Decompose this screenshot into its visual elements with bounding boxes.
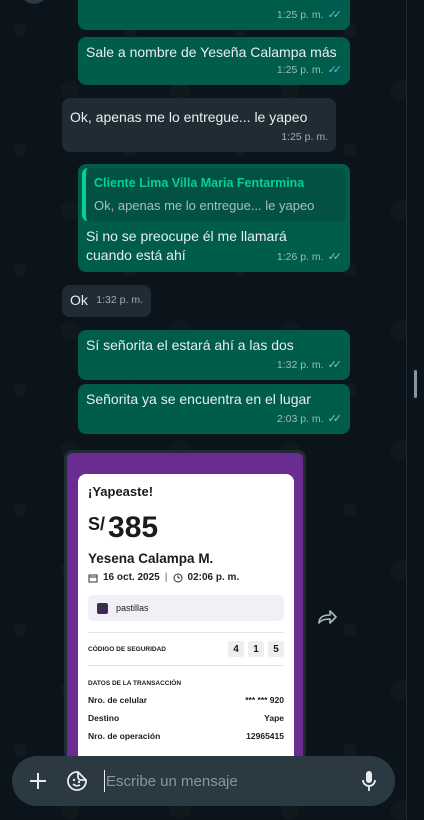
forward-icon[interactable] xyxy=(316,608,338,628)
message-meta: 2:03 p. m. ✓✓ xyxy=(277,410,342,429)
message-incoming[interactable]: Ok, apenas me lo entregue... le yapeo 1:… xyxy=(62,98,336,152)
attach-button[interactable] xyxy=(25,768,51,794)
message-meta: 1:25 p. m. xyxy=(281,128,328,147)
row-value: 12965415 xyxy=(246,731,284,741)
receipt-currency: S/ xyxy=(88,514,106,534)
yape-receipt: ¡Yapeaste! S/ 385 Yesena Calampa M. 16 o… xyxy=(78,474,294,760)
message-text: Ok, apenas me lo entregue... le yapeo xyxy=(70,109,308,125)
double-check-icon: ✓✓ xyxy=(327,64,343,76)
row-label: Nro. de operación xyxy=(88,731,161,741)
message-text: Señorita ya se encuentra en el lugar xyxy=(86,391,311,407)
sticker-button[interactable] xyxy=(64,768,90,794)
receipt-title: ¡Yapeaste! xyxy=(88,484,154,499)
receipt-amount-value: 385 xyxy=(108,511,159,544)
security-code-digits: 4 1 5 xyxy=(228,641,284,657)
divider xyxy=(88,665,284,666)
double-check-icon: ✓✓ xyxy=(327,359,343,371)
message-meta: 1:25 p. m. ✓✓ xyxy=(277,61,342,80)
message-outgoing[interactable]: Cliente Lima Villa Maria Fentarmina Ok, … xyxy=(78,164,350,272)
message-meta: 1:32 p. m. ✓✓ xyxy=(277,356,342,375)
clock-icon xyxy=(173,573,183,582)
row-value: Yape xyxy=(264,713,284,723)
message-time: 1:26 p. m. xyxy=(276,251,324,263)
phone-number-link[interactable]: 952413920 xyxy=(196,0,266,1)
message-text: Ok xyxy=(70,292,88,308)
message-time: 1:25 p. m. xyxy=(276,64,324,76)
image-message[interactable]: ¡Yapeaste! S/ 385 Yesena Calampa M. 16 o… xyxy=(64,450,306,760)
message-meta: 1:32 p. m. xyxy=(96,291,143,310)
message-time: 1:32 p. m. xyxy=(96,294,143,306)
message-outgoing[interactable]: Sí señorita el estará ahí a las dos 1:32… xyxy=(78,330,350,380)
transaction-row: Nro. de celular *** *** 920 xyxy=(88,695,284,705)
receipt-recipient: Yesena Calampa M. xyxy=(88,551,214,566)
message-text: Sale a nombre de Yeseña Calampa más xyxy=(86,44,337,60)
row-value: *** *** 920 xyxy=(245,695,284,705)
message-note-icon xyxy=(97,602,108,614)
quoted-message[interactable]: Cliente Lima Villa Maria Fentarmina Ok, … xyxy=(82,168,346,221)
message-time: 1:32 p. m. xyxy=(276,359,324,371)
message-meta: 1:26 p. m. ✓✓ xyxy=(277,248,342,267)
receipt-concept: pastillas xyxy=(88,595,284,621)
receipt-date: 16 oct. 2025 xyxy=(103,572,160,583)
chat-panel: 952413920 1:25 p. m. ✓✓ Sale a nombre de… xyxy=(0,0,406,820)
message-time: 2:03 p. m. xyxy=(276,413,324,425)
security-digit: 5 xyxy=(268,641,284,657)
avatar[interactable] xyxy=(20,0,48,4)
scrollbar-track[interactable] xyxy=(406,0,424,820)
message-meta: 1:25 p. m. ✓✓ xyxy=(277,6,342,25)
receipt-concept-text: pastillas xyxy=(116,603,149,613)
transaction-row: Destino Yape xyxy=(88,713,284,723)
microphone-icon xyxy=(362,771,376,791)
message-outgoing[interactable]: 952413920 1:25 p. m. ✓✓ xyxy=(78,0,350,30)
security-digit: 4 xyxy=(228,641,244,657)
message-outgoing[interactable]: Señorita ya se encuentra en el lugar 2:0… xyxy=(78,384,350,434)
quoted-sender-name: Cliente Lima Villa Maria Fentarmina xyxy=(94,176,305,190)
divider: | xyxy=(164,572,168,583)
security-code: CÓDIGO DE SEGURIDAD 4 1 5 xyxy=(88,641,284,657)
double-check-icon: ✓✓ xyxy=(327,9,343,21)
row-label: Destino xyxy=(88,713,120,723)
row-label: Nro. de celular xyxy=(88,695,148,705)
message-time: 1:25 p. m. xyxy=(281,131,328,143)
message-composer xyxy=(12,756,395,806)
receipt-amount: S/ 385 xyxy=(88,511,284,545)
transaction-section-label: DATOS DE LA TRANSACCIÓN xyxy=(88,680,182,687)
calendar-icon xyxy=(88,574,98,582)
transaction-row: Nro. de operación 12965415 xyxy=(88,731,284,741)
receipt-datetime: 16 oct. 2025 | 02:06 p. m. xyxy=(88,572,284,583)
voice-message-button[interactable] xyxy=(356,768,382,794)
sticker-icon xyxy=(67,771,87,791)
security-digit: 1 xyxy=(248,641,264,657)
message-input[interactable] xyxy=(104,770,349,792)
security-code-label: CÓDIGO DE SEGURIDAD xyxy=(88,645,167,653)
scrollbar-handle[interactable] xyxy=(414,370,417,398)
message-text: Sí señorita el estará ahí a las dos xyxy=(86,337,294,353)
plus-icon xyxy=(30,773,46,789)
double-check-icon: ✓✓ xyxy=(327,251,343,263)
divider xyxy=(88,632,284,633)
message-incoming[interactable]: Ok 1:32 p. m. xyxy=(62,285,151,317)
quoted-text: Ok, apenas me lo entregue... le yapeo xyxy=(94,198,315,213)
receipt-time: 02:06 p. m. xyxy=(187,572,240,583)
message-time: 1:25 p. m. xyxy=(276,9,324,21)
message-outgoing[interactable]: Sale a nombre de Yeseña Calampa más 1:25… xyxy=(78,37,350,85)
double-check-icon: ✓✓ xyxy=(327,413,343,425)
